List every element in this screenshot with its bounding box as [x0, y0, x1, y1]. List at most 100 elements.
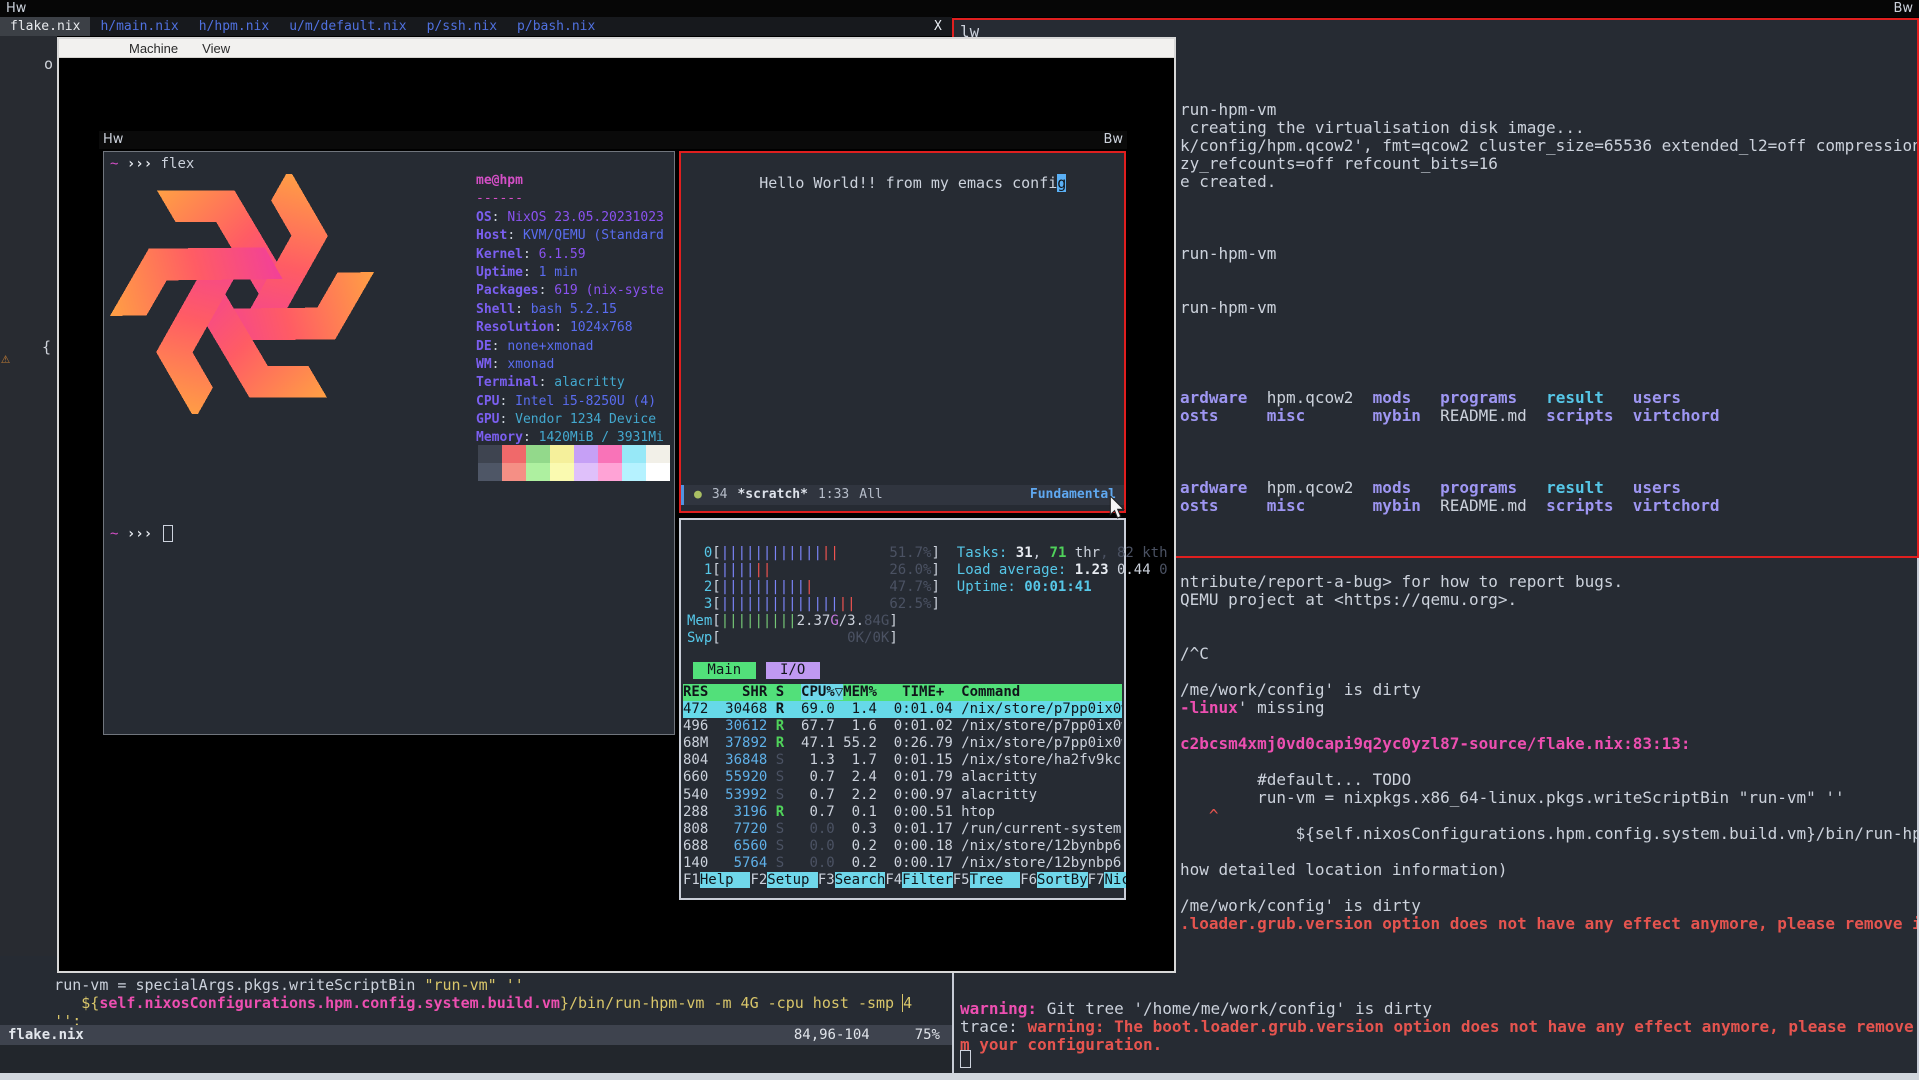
text-line: run-hpm-vm [1180, 299, 1919, 317]
text-line: c2bcsm4xmj0vd0capi9q2yc0yzl87-source/fla… [1180, 735, 1919, 753]
palette-swatch [646, 463, 670, 481]
mouse-cursor [1108, 496, 1126, 524]
text-line: Packages: 619 (nix-syste [476, 282, 664, 300]
palette-swatch [478, 445, 502, 463]
text-line: QEMU project at <https://qemu.org>. [1180, 591, 1919, 609]
text-line: Hw [103, 131, 123, 149]
text-line: 472 30468 R 69.0 1.4 0:01.04 /nix/store/… [683, 701, 1122, 718]
code-lines: run-vm = specialArgs.pkgs.writeScriptBin… [0, 976, 912, 1030]
bottom-window-edge [0, 1073, 1919, 1080]
vm-htop-window[interactable]: 0[|||||||||||||| 51.7%] Tasks: 31, 71 th… [679, 518, 1126, 900]
palette-swatch [622, 445, 646, 463]
tab-flake-nix[interactable]: flake.nix [0, 17, 90, 36]
cursor-position: 84,96-104 [794, 1025, 870, 1045]
htop-tab-main[interactable]: Main [693, 662, 756, 679]
text-line: osts misc mybin README.md scripts virtch… [1180, 497, 1919, 515]
text-line: me@hpm [476, 172, 664, 190]
tab-p-bash-nix[interactable]: p/bash.nix [507, 17, 605, 36]
text-line: #default... TODO [1180, 771, 1919, 789]
text-line: 288 3196 R 0.7 0.1 0:00.51 htop [683, 804, 1122, 821]
text-line: osts misc mybin README.md scripts virtch… [1180, 407, 1919, 425]
terminal-color-palette [478, 445, 670, 481]
text-line [1180, 753, 1919, 771]
htop-meters: 0[|||||||||||||| 51.7%] Tasks: 31, 71 th… [687, 545, 1168, 648]
text-line: Terminal: alacritty [476, 374, 664, 392]
palette-swatch [526, 445, 550, 463]
tab-u-m-default-nix[interactable]: u/m/default.nix [279, 17, 416, 36]
text-line: how detailed location information) [1180, 861, 1919, 879]
text-line [1180, 263, 1919, 281]
text-line: Uptime: 1 min [476, 264, 664, 282]
text-line [1180, 443, 1919, 461]
tab-h-main-nix[interactable]: h/main.nix [90, 17, 188, 36]
text-line: warning: Git tree '/home/me/work/config'… [960, 1000, 1919, 1018]
text-line: Shell: bash 5.2.15 [476, 301, 664, 319]
text-line [1180, 227, 1919, 245]
text-line: Host: KVM/QEMU (Standard [476, 227, 664, 245]
tab-p-ssh-nix[interactable]: p/ssh.nix [417, 17, 507, 36]
text-line: run-vm = specialArgs.pkgs.writeScriptBin… [0, 976, 912, 994]
host-status-bar: Hw0g|w0g BwCg w2w [0, 0, 1919, 17]
tab-h-hpm-nix[interactable]: h/hpm.nix [189, 17, 279, 36]
background-window-sliver [0, 17, 57, 1073]
text-line: Mem[|||||||||2.37G/3.84G] [687, 613, 1168, 630]
text-line [1180, 371, 1919, 389]
palette-swatch [598, 463, 622, 481]
htop-screen-tabs: Main I/O [693, 662, 820, 679]
terminal-output-tail: warning: Git tree '/home/me/work/config'… [960, 1000, 1919, 1054]
vm-emacs-scratch[interactable]: Hello World!! from my emacs config ● 34 … [679, 151, 1126, 513]
text-line: ${self.nixosConfigurations.hpm.config.sy… [0, 994, 912, 1012]
emacs-minibuffer[interactable] [0, 1045, 952, 1073]
text-line: zy_refcounts=off refcount_bits=16 [1180, 155, 1919, 173]
terminal-cursor [960, 1050, 971, 1068]
terminal-output: run-hpm-vm creating the virtualisation d… [1180, 101, 1919, 515]
vm-status-bar: Hw0g|w0g BwCg w2w [99, 131, 1127, 149]
text-line: Bw [1893, 0, 1913, 17]
text-line: F1Help F2Setup F3SearchF4FilterF5Tree F6… [683, 872, 1126, 889]
text-line: k/config/hpm.qcow2', fmt=qcow2 cluster_s… [1180, 137, 1919, 155]
text-line: 688 6560 S 0.0 0.2 0:00.18 /nix/store/12… [683, 838, 1122, 855]
text-line: RES SHR S CPU%▽MEM% TIME+ Command [683, 684, 1122, 701]
text-line [1180, 843, 1919, 861]
stray-glyph-o: o [44, 55, 53, 73]
palette-swatch [502, 463, 526, 481]
qemu-vm-window[interactable]: Machine View Hw0g|w0g BwCg w2w ~ ››› fle… [57, 37, 1176, 973]
vm-terminal-neofetch[interactable]: ~ ››› flex [103, 151, 675, 735]
text-line: ------ [476, 190, 664, 208]
stray-glyph-brace: { [42, 338, 51, 356]
text-line: ntribute/report-a-bug> for how to report… [1180, 573, 1919, 591]
text-line [1180, 281, 1919, 299]
text-line: Kernel: 6.1.59 [476, 246, 664, 264]
text-line: creating the virtualisation disk image..… [1180, 119, 1919, 137]
close-icon[interactable]: X [934, 17, 942, 36]
palette-swatch [646, 445, 670, 463]
text-line: OS: NixOS 23.05.20231023 [476, 209, 664, 227]
text-line: 540 53992 S 0.7 2.2 0:00.97 alacritty [683, 787, 1122, 804]
text-line: trace: warning: The boot.loader.grub.ver… [960, 1018, 1919, 1036]
text-line: .loader.grub.version option does not hav… [1180, 915, 1919, 933]
text-line [1180, 317, 1919, 335]
palette-row [478, 445, 670, 463]
text-line: 660 55920 S 0.7 2.4 0:01.79 alacritty [683, 769, 1122, 786]
text-line [1180, 335, 1919, 353]
modeline-number: 34 [712, 485, 728, 505]
qemu-menubar: Machine View [59, 39, 1174, 58]
modified-indicator-icon: ● [694, 485, 702, 505]
htop-function-keys[interactable]: F1Help F2Setup F3SearchF4FilterF5Tree F6… [683, 872, 1126, 889]
menu-view[interactable]: View [202, 41, 230, 56]
text-line: /^C [1180, 645, 1919, 663]
emacs-flake-buffer[interactable]: run-vm = specialArgs.pkgs.writeScriptBin… [0, 956, 952, 1073]
htop-tab-io[interactable]: I/O [766, 662, 820, 679]
text-line: GPU: Vendor 1234 Device [476, 411, 664, 429]
text-line: m your configuration. [960, 1036, 1919, 1054]
palette-swatch [622, 463, 646, 481]
text-line: ardware hpm.qcow2 mods programs result u… [1180, 479, 1919, 497]
text-line: DE: none+xmonad [476, 338, 664, 356]
htop-process-table[interactable]: RES SHR S CPU%▽MEM% TIME+ Command472 304… [683, 684, 1122, 872]
menu-machine[interactable]: Machine [129, 41, 178, 56]
text-line: WM: xmonad [476, 356, 664, 374]
text-line [1180, 191, 1919, 209]
text-line [1180, 209, 1919, 227]
text-line: 496 30612 R 67.7 1.6 0:01.02 /nix/store/… [683, 718, 1122, 735]
palette-swatch [502, 445, 526, 463]
